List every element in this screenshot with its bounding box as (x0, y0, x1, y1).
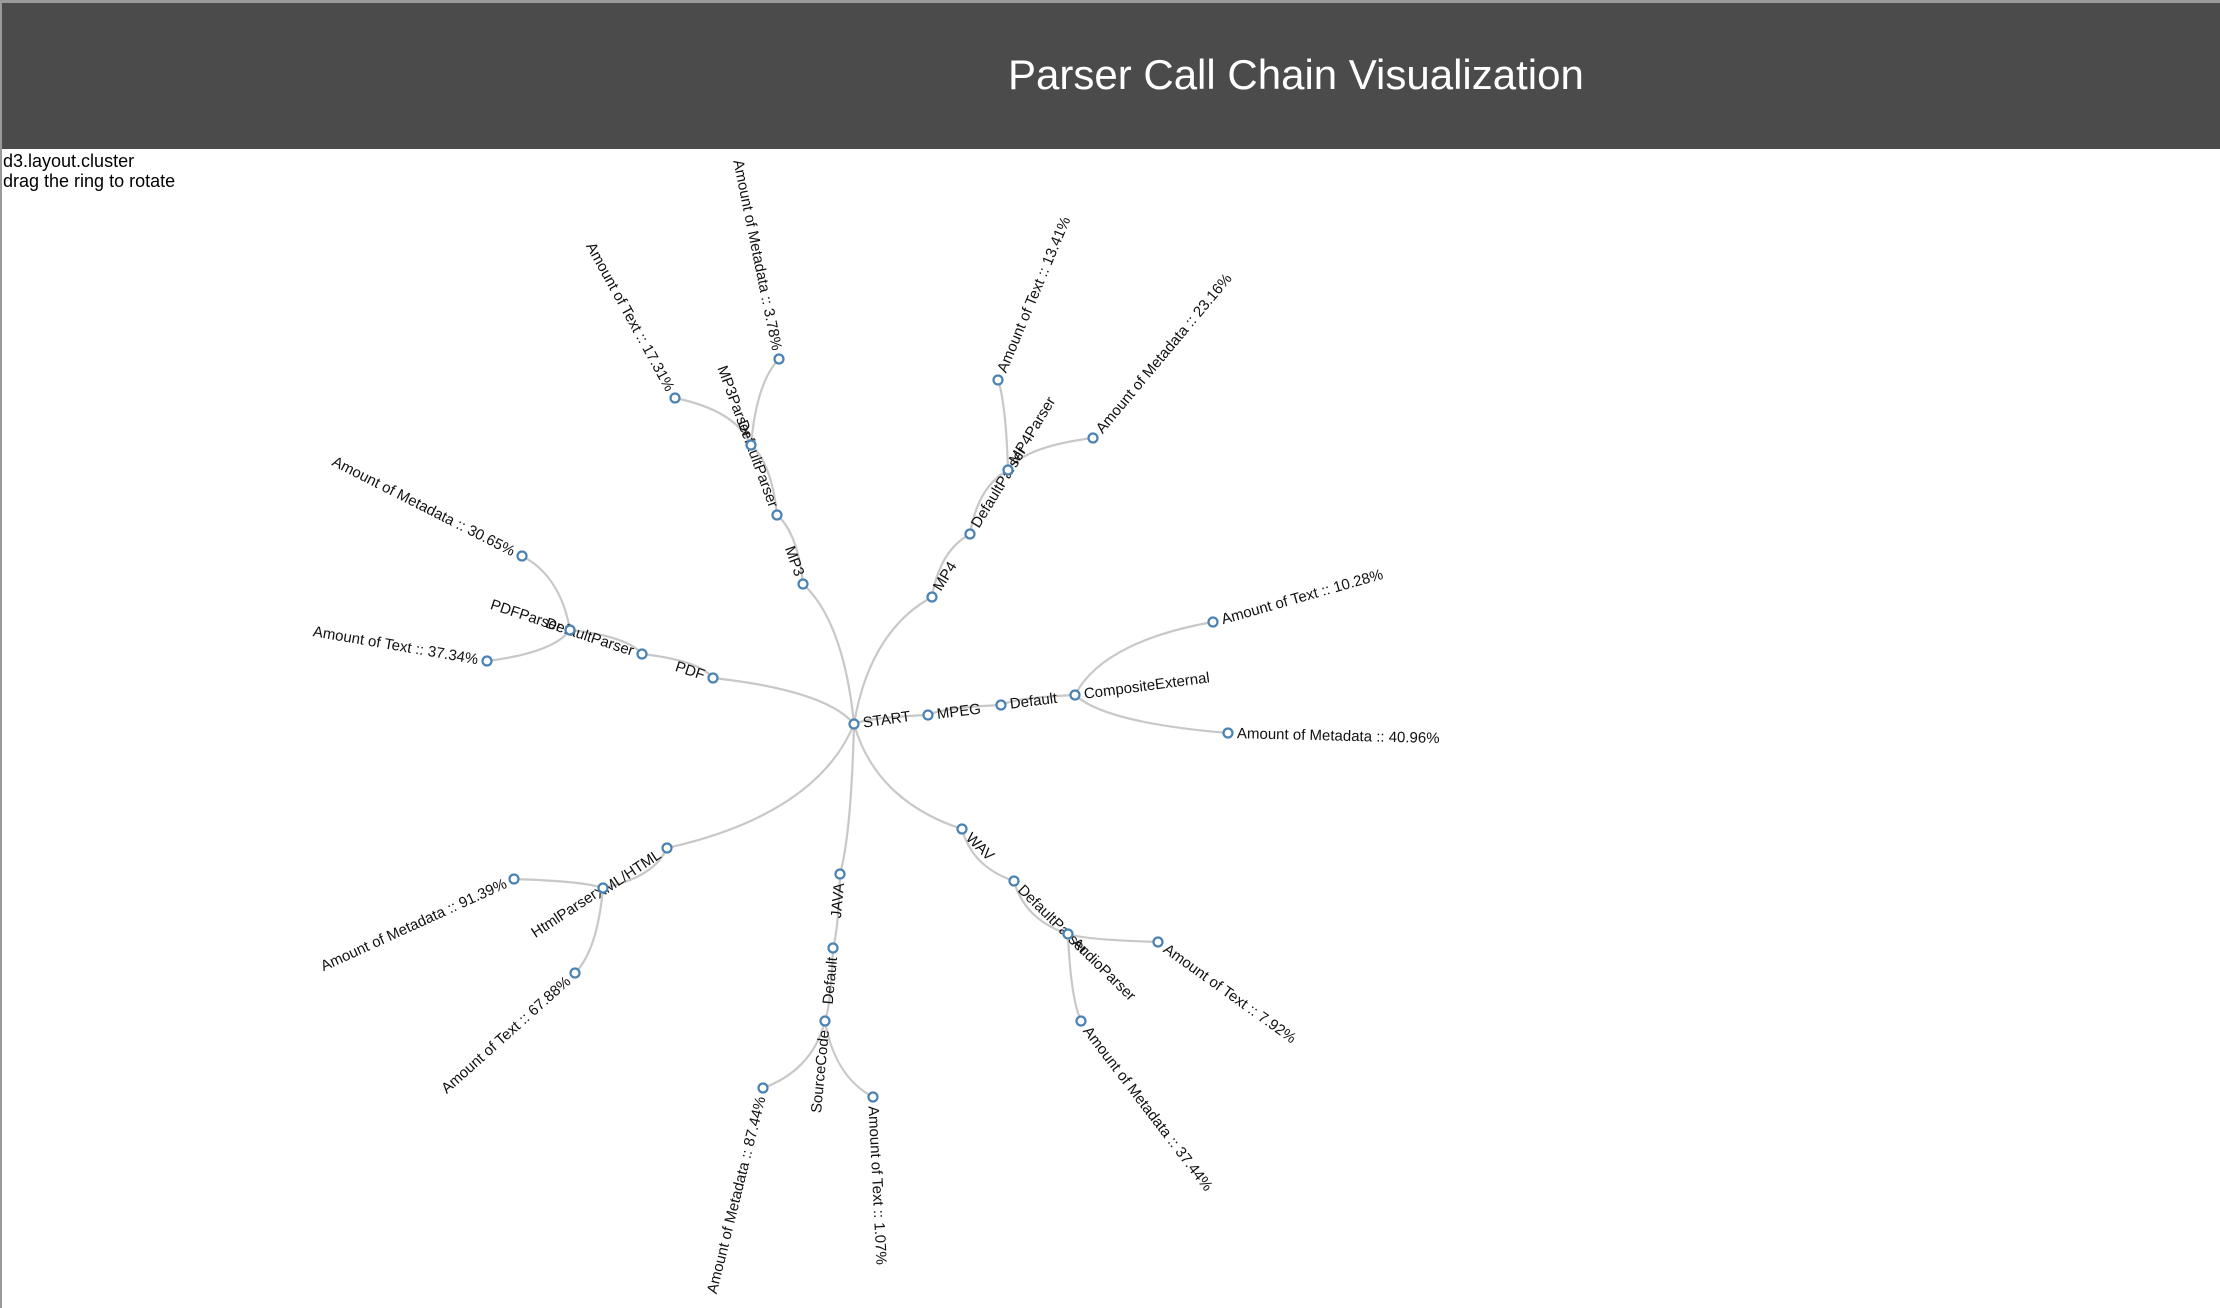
node-circle[interactable] (819, 1015, 831, 1027)
node-label: XML/HTML (592, 846, 665, 902)
node-label: Amount of Text :: 17.31% (582, 240, 677, 395)
tree-node[interactable]: JAVA (828, 868, 848, 919)
node-circle[interactable] (1075, 1015, 1087, 1027)
tree-link (802, 583, 856, 725)
node-circle[interactable] (956, 823, 968, 835)
tree-node[interactable]: Default (820, 942, 841, 1006)
node-label: Amount of Metadata :: 40.96% (1237, 725, 1440, 747)
tree-node[interactable]: Amount of Metadata :: 91.39% (318, 873, 520, 975)
node-label: CompositeExternal (1083, 669, 1211, 702)
node-label: Amount of Text :: 37.34% (312, 623, 480, 668)
node-circle[interactable] (992, 374, 1004, 386)
tree-node[interactable]: MP4 (926, 559, 961, 603)
node-circle[interactable] (834, 868, 846, 880)
node-circle[interactable] (707, 672, 719, 684)
node-circle[interactable] (964, 528, 976, 540)
node-label: Default (1009, 690, 1059, 713)
tree-node[interactable]: PDF (673, 658, 719, 684)
node-label: Amount of Text :: 67.88% (438, 973, 574, 1097)
node-label: Amount of Text :: 1.07% (865, 1106, 890, 1266)
tree-node[interactable]: Default (995, 690, 1060, 713)
node-circle[interactable] (797, 578, 809, 590)
node-label: Amount of Metadata :: 23.16% (1093, 270, 1236, 436)
tree-node[interactable]: Amount of Text :: 13.41% (992, 214, 1075, 386)
node-circle[interactable] (661, 842, 673, 854)
node-circle[interactable] (508, 873, 520, 885)
tree-node[interactable]: Amount of Text :: 67.88% (438, 967, 581, 1098)
tree-link (852, 596, 933, 725)
node-circle[interactable] (1152, 936, 1164, 948)
node-circle[interactable] (1008, 875, 1020, 887)
node-circle[interactable] (569, 967, 581, 979)
node-circle[interactable] (757, 1082, 769, 1094)
tree-node[interactable]: Amount of Text :: 1.07% (865, 1091, 890, 1266)
node-circle[interactable] (773, 353, 785, 365)
node-circle[interactable] (1069, 689, 1081, 701)
node-label: Amount of Metadata :: 37.44% (1079, 1023, 1216, 1194)
node-label: Amount of Text :: 10.28% (1219, 566, 1385, 628)
node-circle[interactable] (827, 942, 839, 954)
node-label: Amount of Text :: 7.92% (1160, 941, 1299, 1047)
tree-link (852, 723, 963, 831)
tree-node[interactable]: Amount of Text :: 7.92% (1152, 936, 1300, 1048)
node-circle[interactable] (564, 624, 576, 636)
tree-link (666, 723, 856, 850)
radial-tree-diagram[interactable]: START MPEG Default CompositeExternal Amount … (0, 0, 2220, 1308)
node-circle[interactable] (636, 648, 648, 660)
node-circle[interactable] (867, 1091, 879, 1103)
node-label: MP3 (781, 544, 808, 579)
node-circle[interactable] (922, 709, 934, 721)
node-label: Amount of Metadata :: 87.44% (704, 1095, 770, 1296)
node-circle[interactable] (848, 718, 860, 730)
tree-node[interactable]: Amount of Metadata :: 40.96% (1222, 725, 1440, 747)
tree-node[interactable]: Amount of Metadata :: 3.78% (729, 158, 785, 365)
node-label: HtmlParser (528, 886, 600, 941)
tree-link (712, 676, 855, 725)
tree-node[interactable]: MPEG (922, 701, 982, 723)
node-label: MP4Parser (1006, 394, 1059, 467)
tree-node[interactable]: Amount of Text :: 10.28% (1207, 566, 1386, 628)
tree-node[interactable]: CompositeExternal (1069, 669, 1211, 703)
tree-node[interactable]: Amount of Metadata :: 30.65% (329, 453, 528, 562)
node-circle[interactable] (516, 550, 528, 562)
node-circle[interactable] (926, 591, 938, 603)
tree-node[interactable]: Amount of Text :: 37.34% (312, 623, 493, 668)
node-label: SourceCode (808, 1029, 833, 1114)
node-circle[interactable] (1002, 464, 1014, 476)
node-circle[interactable] (1222, 727, 1234, 739)
node-label: Amount of Text :: 13.41% (994, 214, 1074, 375)
node-label: Amount of Metadata :: 30.65% (329, 453, 517, 560)
tree-node[interactable]: Amount of Metadata :: 23.16% (1087, 270, 1236, 444)
node-label: PDF (673, 658, 707, 683)
node-circle[interactable] (669, 392, 681, 404)
node-label: AudioParser (1068, 935, 1139, 1005)
tree-node[interactable]: Amount of Text :: 17.31% (582, 240, 681, 404)
node-label: Default (820, 955, 841, 1005)
node-circle[interactable] (745, 439, 757, 451)
node-circle[interactable] (995, 699, 1007, 711)
node-label: MP4 (930, 559, 961, 594)
node-circle[interactable] (771, 509, 783, 521)
tree-node[interactable]: MP4Parser (1002, 394, 1060, 476)
node-label: Amount of Metadata :: 91.39% (318, 875, 509, 975)
node-label: PDFParser (488, 596, 564, 635)
node-label: START (862, 708, 912, 731)
nodes-layer: START MPEG Default CompositeExternal Amount … (312, 158, 1440, 1295)
tree-node[interactable]: SourceCode (808, 1015, 833, 1114)
node-label: MP3Parser (714, 363, 756, 439)
node-label: MPEG (936, 701, 982, 723)
tree-node[interactable]: START (848, 708, 912, 732)
tree-node[interactable]: MP3 (781, 544, 809, 590)
node-circle[interactable] (1087, 432, 1099, 444)
node-label: Amount of Metadata :: 3.78% (729, 158, 785, 352)
node-circle[interactable] (597, 882, 609, 894)
node-circle[interactable] (1062, 928, 1074, 940)
node-label: JAVA (828, 882, 848, 919)
node-circle[interactable] (481, 655, 493, 667)
tree-node[interactable]: Amount of Metadata :: 87.44% (704, 1082, 770, 1296)
node-circle[interactable] (1207, 616, 1219, 628)
tree-node[interactable]: Amount of Metadata :: 37.44% (1075, 1015, 1216, 1195)
